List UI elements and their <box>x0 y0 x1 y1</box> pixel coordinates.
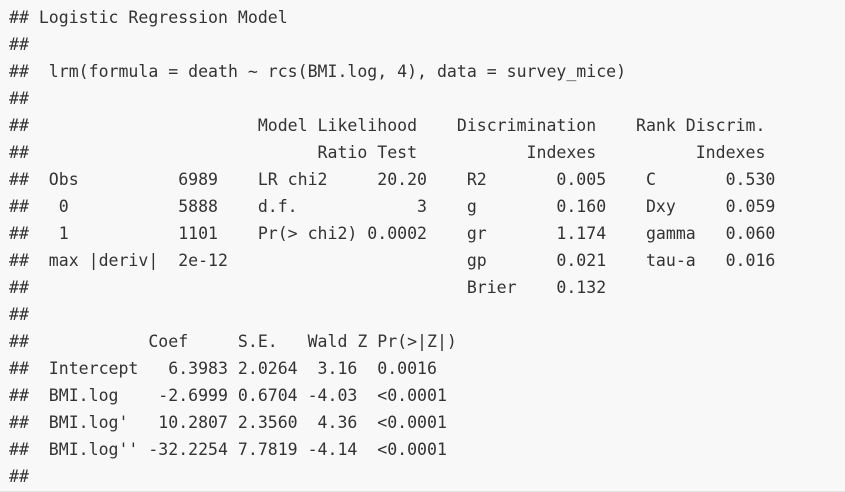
output-line: ## BMI.log'' -32.2254 7.7819 -4.14 <0.00… <box>9 440 447 459</box>
output-line: ## BMI.log' 10.2807 2.3560 4.36 <0.0001 <box>9 413 447 432</box>
output-line: ## Coef S.E. Wald Z Pr(>|Z|) <box>9 332 457 351</box>
output-line: ## Ratio Test Indexes Indexes <box>9 143 766 162</box>
output-line: ## max |deriv| 2e-12 gp 0.021 tau-a 0.01… <box>9 251 776 270</box>
output-line: ## <box>9 35 29 54</box>
output-line: ## lrm(formula = death ~ rcs(BMI.log, 4)… <box>9 62 627 81</box>
r-console-output: ## Logistic Regression Model ## ## lrm(f… <box>0 0 845 492</box>
output-line: ## Model Likelihood Discrimination Rank … <box>9 116 766 135</box>
output-line: ## Logistic Regression Model <box>9 8 288 27</box>
output-line: ## <box>9 305 29 324</box>
output-line: ## Brier 0.132 <box>9 278 607 297</box>
output-line: ## Intercept 6.3983 2.0264 3.16 0.0016 <box>9 359 437 378</box>
output-line: ## 0 5888 d.f. 3 g 0.160 Dxy 0.059 <box>9 197 776 216</box>
output-line: ## <box>9 467 29 486</box>
output-line: ## Obs 6989 LR chi2 20.20 R2 0.005 C 0.5… <box>9 170 776 189</box>
output-line: ## <box>9 89 29 108</box>
output-line: ## BMI.log -2.6999 0.6704 -4.03 <0.0001 <box>9 386 447 405</box>
output-line: ## 1 1101 Pr(> chi2) 0.0002 gr 1.174 gam… <box>9 224 776 243</box>
